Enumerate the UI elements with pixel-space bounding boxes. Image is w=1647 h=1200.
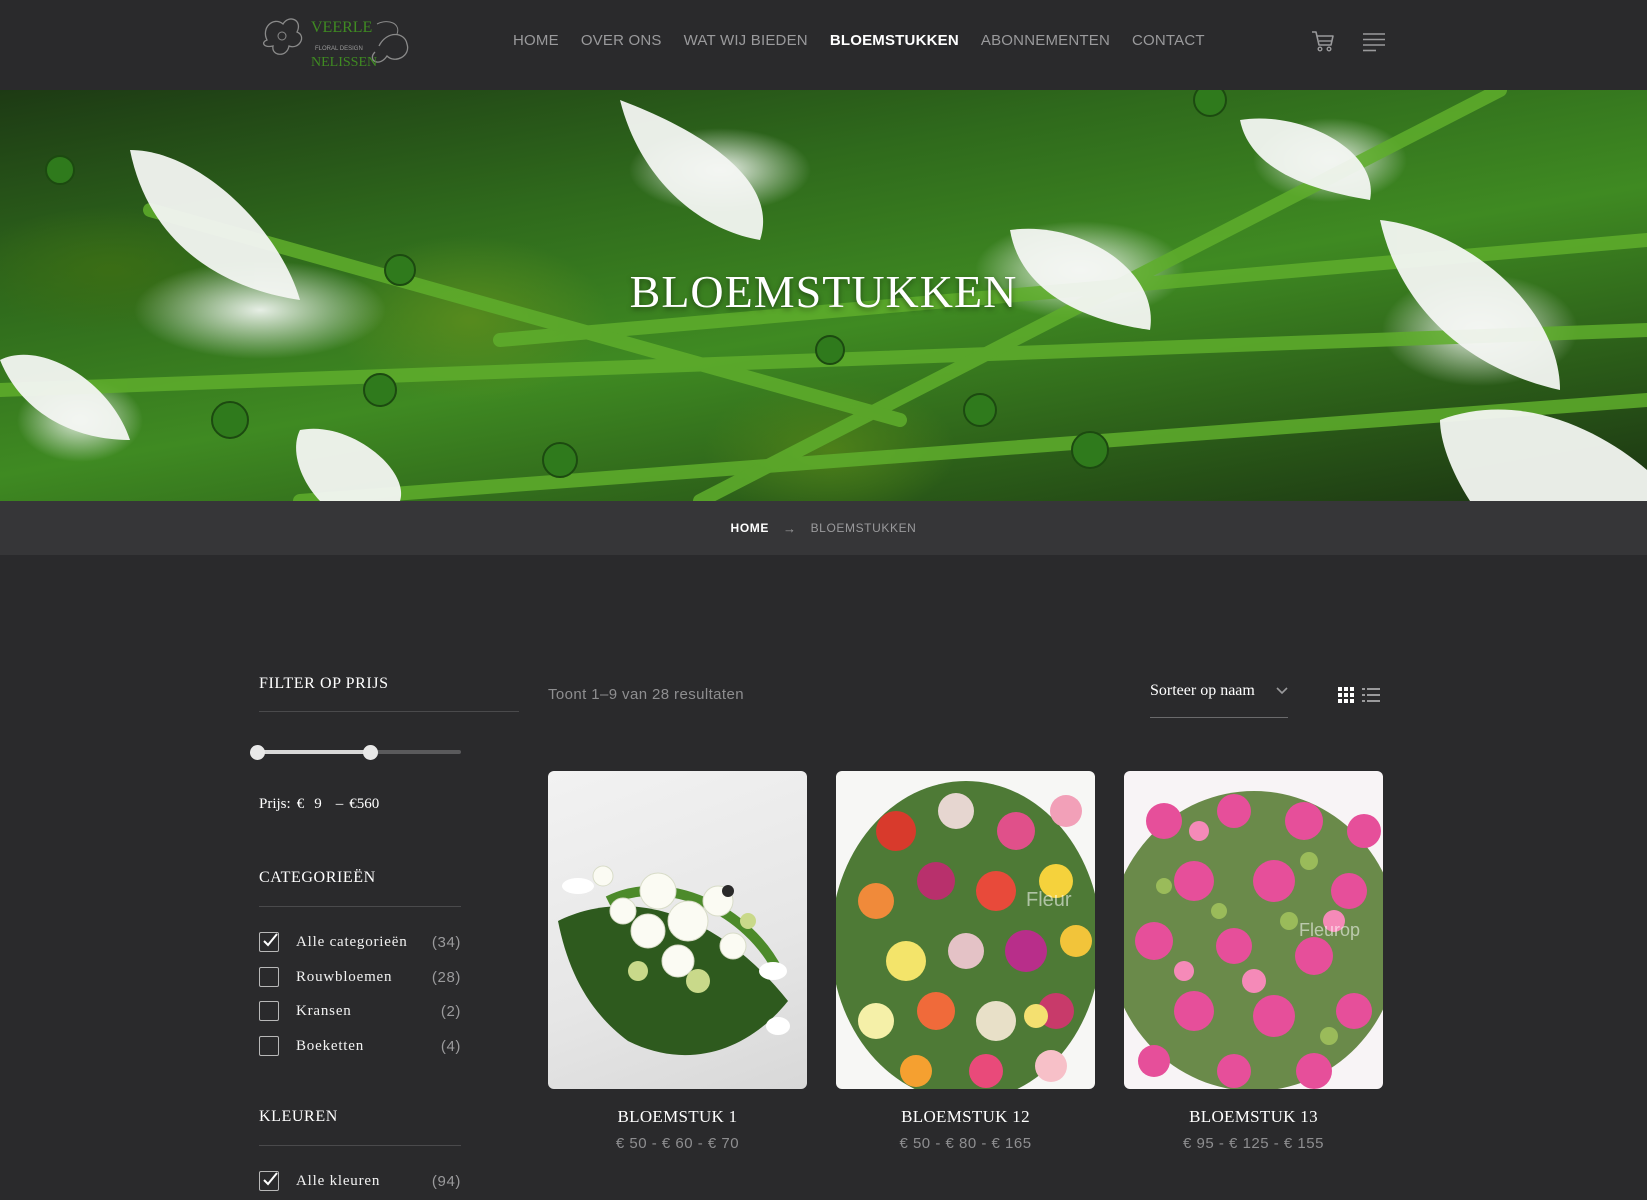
price-dash: –	[335, 796, 344, 812]
divider	[259, 711, 519, 712]
price-slider-range	[256, 750, 370, 754]
price-filter-heading: FILTER OP PRIJS	[259, 675, 389, 692]
nav-contact[interactable]: CONTACT	[1132, 32, 1205, 49]
category-count: (2)	[440, 1002, 461, 1020]
product-price: € 50 - € 80 - € 165	[899, 1135, 1032, 1152]
price-slider-min-handle[interactable]	[250, 745, 265, 760]
chevron-down-icon	[1276, 687, 1288, 695]
checkbox[interactable]	[259, 967, 279, 987]
product-image[interactable]: Fleurop	[1124, 771, 1383, 1089]
divider	[259, 906, 461, 907]
price-min-value: 9	[314, 796, 322, 812]
checkbox-checked[interactable]	[259, 932, 279, 952]
menu-icon[interactable]	[1362, 32, 1386, 52]
site-logo[interactable]: VEERLE FLORAL DESIGN NELISSEN	[259, 10, 414, 76]
product-image[interactable]: Fleur	[836, 771, 1095, 1089]
category-item-alle[interactable]: Alle categorieën (34)	[259, 931, 461, 953]
cart-icon[interactable]	[1310, 28, 1336, 54]
price-range-readout: Prijs: € 9 – €560	[259, 796, 379, 813]
product-price: € 50 - € 60 - € 70	[615, 1135, 740, 1152]
list-view-icon[interactable]	[1362, 687, 1380, 703]
category-label: Rouwbloemen	[296, 968, 393, 985]
color-label: Alle kleuren	[296, 1172, 381, 1189]
main-nav: HOME OVER ONS WAT WIJ BIEDEN BLOEMSTUKKE…	[513, 32, 1205, 49]
breadcrumb: HOME → BLOEMSTUKKEN	[0, 501, 1647, 555]
product-image[interactable]	[548, 771, 807, 1089]
watermark: Fleurop	[1299, 920, 1360, 940]
svg-text:FLORAL DESIGN: FLORAL DESIGN	[315, 46, 363, 52]
category-label: Alle categorieën	[296, 933, 408, 950]
color-count: (94)	[431, 1172, 461, 1190]
colors-heading: KLEUREN	[259, 1108, 338, 1125]
category-count: (34)	[431, 933, 461, 951]
breadcrumb-current: BLOEMSTUKKEN	[810, 521, 917, 535]
product-card[interactable]: Fleurop BLOEMSTUK 13 € 95 - € 125 - € 15…	[1124, 771, 1383, 1152]
check-icon	[263, 933, 278, 947]
category-count: (4)	[440, 1037, 461, 1055]
sort-label: Sorteer op naam	[1150, 682, 1255, 699]
nav-bloemstukken[interactable]: BLOEMSTUKKEN	[830, 32, 959, 49]
category-label: Boeketten	[296, 1037, 365, 1054]
nav-over-ons[interactable]: OVER ONS	[581, 32, 662, 49]
breadcrumb-home[interactable]: HOME	[731, 521, 769, 535]
checkbox[interactable]	[259, 1001, 279, 1021]
divider	[259, 1145, 461, 1146]
arrow-right-icon: →	[782, 520, 797, 536]
category-label: Kransen	[296, 1002, 352, 1019]
check-icon	[263, 1172, 278, 1186]
svg-text:NELISSEN: NELISSEN	[311, 55, 377, 70]
price-label: Prijs:	[259, 796, 291, 812]
nav-abonnementen[interactable]: ABONNEMENTEN	[981, 32, 1110, 49]
price-max-value: €560	[349, 796, 380, 812]
result-count: Toont 1–9 van 28 resultaten	[548, 686, 744, 703]
grid-view-icon[interactable]	[1338, 687, 1354, 703]
nav-wat-wij-bieden[interactable]: WAT WIJ BIEDEN	[684, 32, 808, 49]
categories-heading: CATEGORIEËN	[259, 869, 376, 886]
checkbox[interactable]	[259, 1036, 279, 1056]
page-title: BLOEMSTUKKEN	[629, 266, 1018, 317]
product-card[interactable]: BLOEMSTUK 1 € 50 - € 60 - € 70	[548, 771, 807, 1152]
site-header: VEERLE FLORAL DESIGN NELISSEN HOME OVER …	[0, 0, 1647, 90]
category-item-kransen[interactable]: Kransen (2)	[259, 1000, 461, 1022]
product-name[interactable]: BLOEMSTUK 12	[836, 1107, 1095, 1127]
sort-dropdown[interactable]: Sorteer op naam	[1150, 682, 1288, 718]
product-name[interactable]: BLOEMSTUK 13	[1124, 1107, 1383, 1127]
product-name[interactable]: BLOEMSTUK 1	[548, 1107, 807, 1127]
price-min-currency: €	[296, 796, 305, 812]
color-item-alle[interactable]: Alle kleuren (94)	[259, 1170, 461, 1192]
svg-text:VEERLE: VEERLE	[311, 19, 372, 36]
product-card[interactable]: Fleur BLOEMSTUK 12 € 50 - € 80 - € 165	[836, 771, 1095, 1152]
product-price: € 95 - € 125 - € 155	[1183, 1135, 1324, 1152]
category-item-rouwbloemen[interactable]: Rouwbloemen (28)	[259, 966, 461, 988]
watermark: Fleur	[1026, 889, 1072, 911]
category-count: (28)	[431, 968, 461, 986]
hero-banner: BLOEMSTUKKEN	[0, 90, 1647, 501]
price-slider-max-handle[interactable]	[363, 745, 378, 760]
category-item-boeketten[interactable]: Boeketten (4)	[259, 1035, 461, 1057]
nav-home[interactable]: HOME	[513, 32, 559, 49]
checkbox-checked[interactable]	[259, 1171, 279, 1191]
